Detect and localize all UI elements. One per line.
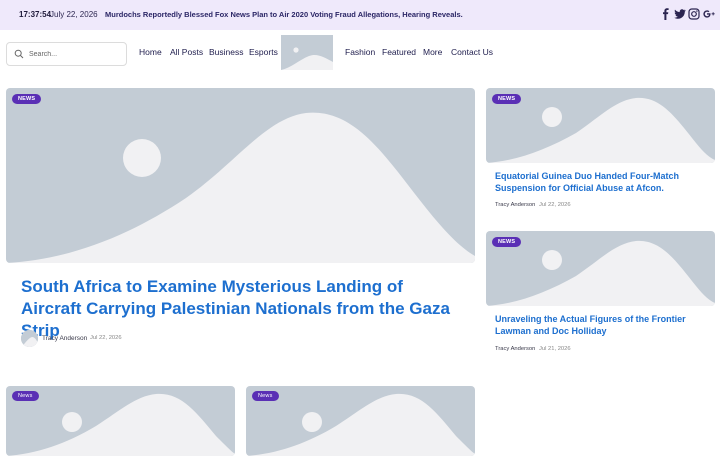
nav-business[interactable]: Business bbox=[209, 47, 244, 57]
google-plus-icon[interactable] bbox=[703, 8, 715, 20]
side-post-title[interactable]: Unraveling the Actual Figures of the Fro… bbox=[495, 314, 705, 337]
nav-fashion[interactable]: Fashion bbox=[345, 47, 375, 57]
side-post-badge[interactable]: NEWS bbox=[492, 237, 522, 247]
hero-category-badge[interactable]: NEWS bbox=[12, 94, 42, 104]
author-avatar[interactable] bbox=[21, 330, 38, 347]
clock-time: 17:37:54 bbox=[19, 10, 52, 19]
hero-author[interactable]: Tracy Anderson bbox=[42, 335, 87, 342]
side-post-badge[interactable]: NEWS bbox=[492, 94, 522, 104]
top-bar: 17:37:54 July 22, 2026 Murdochs Reported… bbox=[0, 0, 720, 30]
bottom-post-badge[interactable]: News bbox=[12, 391, 39, 401]
side-post-title[interactable]: Equatorial Guinea Duo Handed Four-Match … bbox=[495, 171, 705, 194]
nav-home[interactable]: Home bbox=[139, 47, 162, 57]
main-header: Home All Posts Business Esports Fashion … bbox=[0, 30, 720, 74]
nav-featured[interactable]: Featured bbox=[382, 47, 416, 57]
search-input[interactable] bbox=[29, 46, 123, 62]
twitter-icon[interactable] bbox=[674, 8, 686, 20]
site-logo[interactable] bbox=[281, 35, 333, 70]
bottom-post-image[interactable] bbox=[6, 386, 235, 456]
facebook-icon[interactable] bbox=[660, 8, 672, 20]
hero-image[interactable] bbox=[6, 88, 475, 263]
news-ticker[interactable]: Murdochs Reportedly Blessed Fox News Pla… bbox=[105, 10, 463, 19]
current-date: July 22, 2026 bbox=[50, 10, 98, 19]
nav-all-posts[interactable]: All Posts bbox=[170, 47, 203, 57]
search-icon bbox=[14, 49, 24, 59]
side-post-author[interactable]: Tracy Anderson bbox=[495, 346, 535, 352]
hero-date: Jul 22, 2026 bbox=[90, 335, 122, 341]
nav-esports[interactable]: Esports bbox=[249, 47, 278, 57]
instagram-icon[interactable] bbox=[688, 8, 700, 20]
bottom-post-image[interactable] bbox=[246, 386, 475, 456]
nav-more[interactable]: More bbox=[423, 47, 442, 57]
hero-title[interactable]: South Africa to Examine Mysterious Landi… bbox=[21, 276, 461, 342]
side-post-date: Jul 21, 2026 bbox=[539, 346, 571, 352]
bottom-post-badge[interactable]: News bbox=[252, 391, 279, 401]
nav-contact-us[interactable]: Contact Us bbox=[451, 47, 493, 57]
side-post-author[interactable]: Tracy Anderson bbox=[495, 202, 535, 208]
search-box[interactable] bbox=[6, 42, 127, 66]
side-post-date: Jul 22, 2026 bbox=[539, 202, 571, 208]
